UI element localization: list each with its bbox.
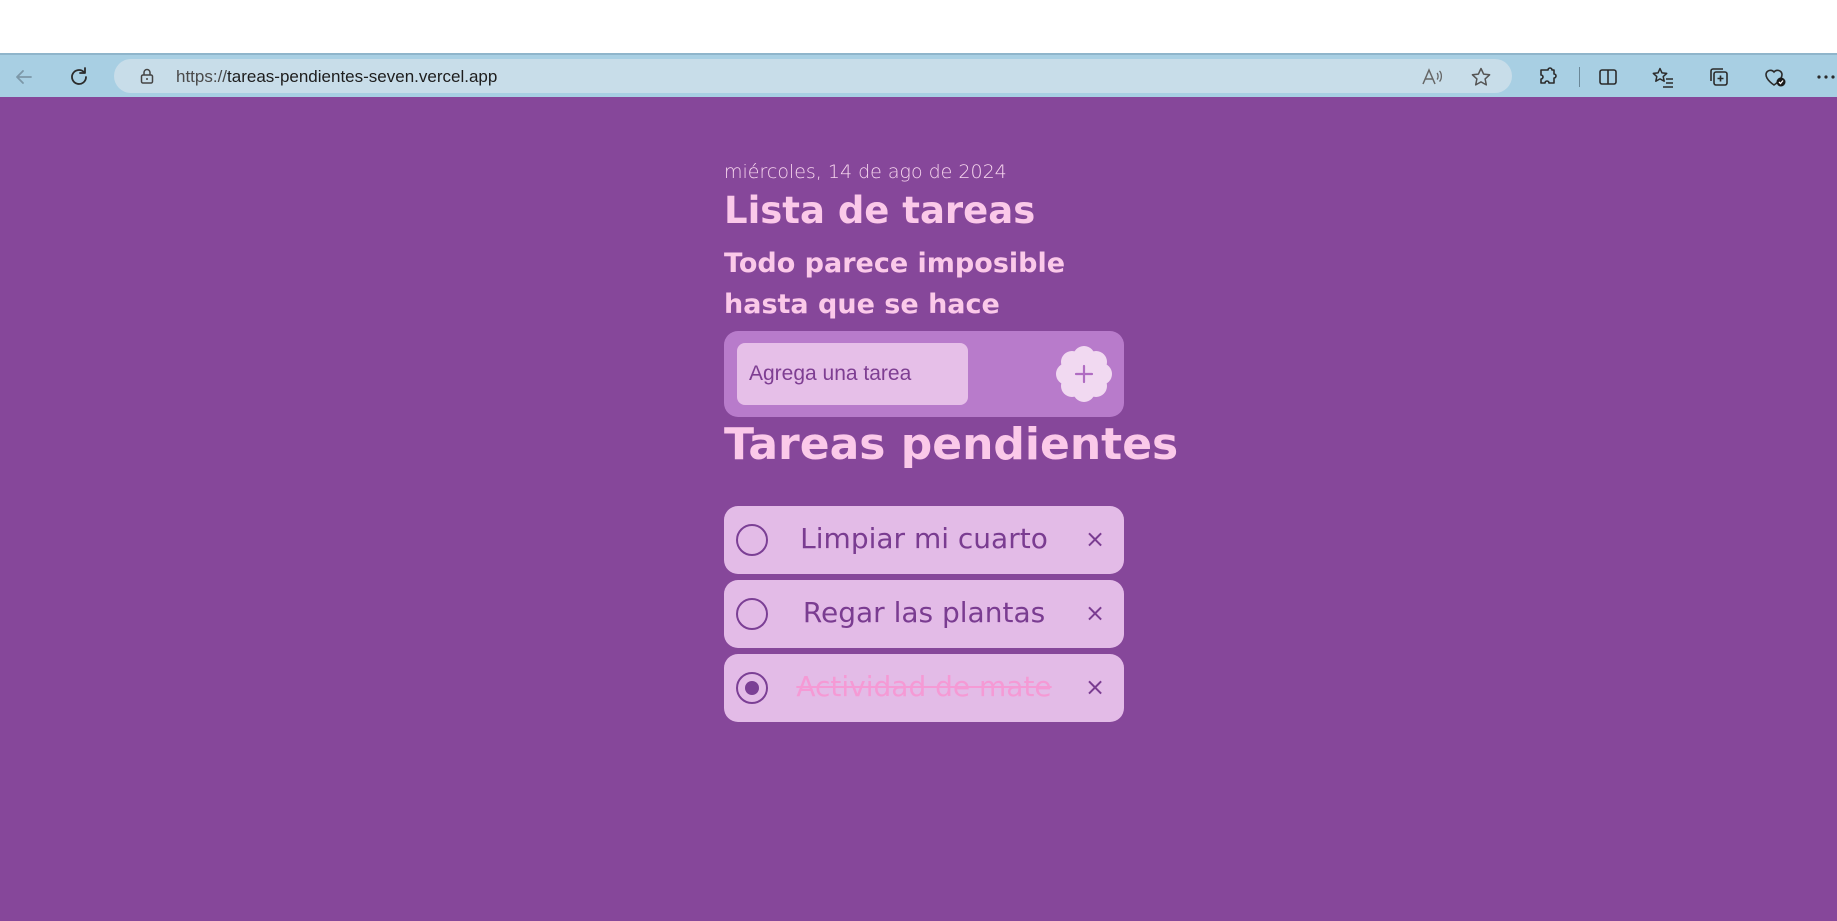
pending-tasks-heading: Tareas pendientes — [724, 419, 1179, 470]
read-aloud-icon[interactable] — [1420, 65, 1444, 89]
address-bar[interactable]: https://tareas-pendientes-seven.vercel.a… — [114, 59, 1512, 93]
task-item: Regar las plantas × — [724, 580, 1124, 648]
url-protocol: https:// — [176, 67, 228, 86]
refresh-icon[interactable] — [65, 63, 93, 91]
motivational-quote: Todo parece imposible hasta que se hace — [724, 248, 1066, 320]
task-item: Actividad de mate × — [724, 654, 1124, 722]
current-date: miércoles, 14 de ago de 2024 — [724, 161, 1007, 183]
lock-icon[interactable] — [138, 67, 156, 85]
add-task-button[interactable] — [1054, 344, 1114, 404]
url-text[interactable]: https://tareas-pendientes-seven.vercel.a… — [176, 67, 497, 87]
collections-icon[interactable] — [1705, 63, 1733, 91]
favorite-star-icon[interactable] — [1469, 65, 1493, 89]
new-task-input[interactable] — [737, 343, 968, 405]
task-list: Limpiar mi cuarto × Regar las plantas × … — [724, 506, 1124, 728]
more-options-icon[interactable] — [1815, 63, 1837, 91]
task-text: Actividad de mate — [796, 670, 1052, 703]
plus-icon — [1056, 346, 1112, 402]
close-icon[interactable]: × — [1082, 673, 1108, 701]
task-text: Limpiar mi cuarto — [800, 522, 1048, 555]
extensions-icon[interactable] — [1534, 63, 1562, 91]
app-page: miércoles, 14 de ago de 2024 Lista de ta… — [0, 97, 1837, 921]
add-task-form — [724, 331, 1124, 417]
browser-toolbar: https://tareas-pendientes-seven.vercel.a… — [0, 53, 1837, 97]
url-host: tareas-pendientes-seven.vercel.app — [227, 67, 498, 86]
close-icon[interactable]: × — [1082, 525, 1108, 553]
close-icon[interactable]: × — [1082, 599, 1108, 627]
back-icon[interactable] — [10, 63, 38, 91]
split-screen-icon[interactable] — [1594, 63, 1622, 91]
task-text: Regar las plantas — [802, 596, 1046, 629]
toolbar-divider — [1579, 67, 1580, 87]
browser-essentials-icon[interactable] — [1761, 63, 1789, 91]
task-item: Limpiar mi cuarto × — [724, 506, 1124, 574]
page-title: Lista de tareas — [724, 189, 1036, 232]
screen-top-margin — [0, 0, 1837, 53]
favorites-list-icon[interactable] — [1649, 63, 1677, 91]
